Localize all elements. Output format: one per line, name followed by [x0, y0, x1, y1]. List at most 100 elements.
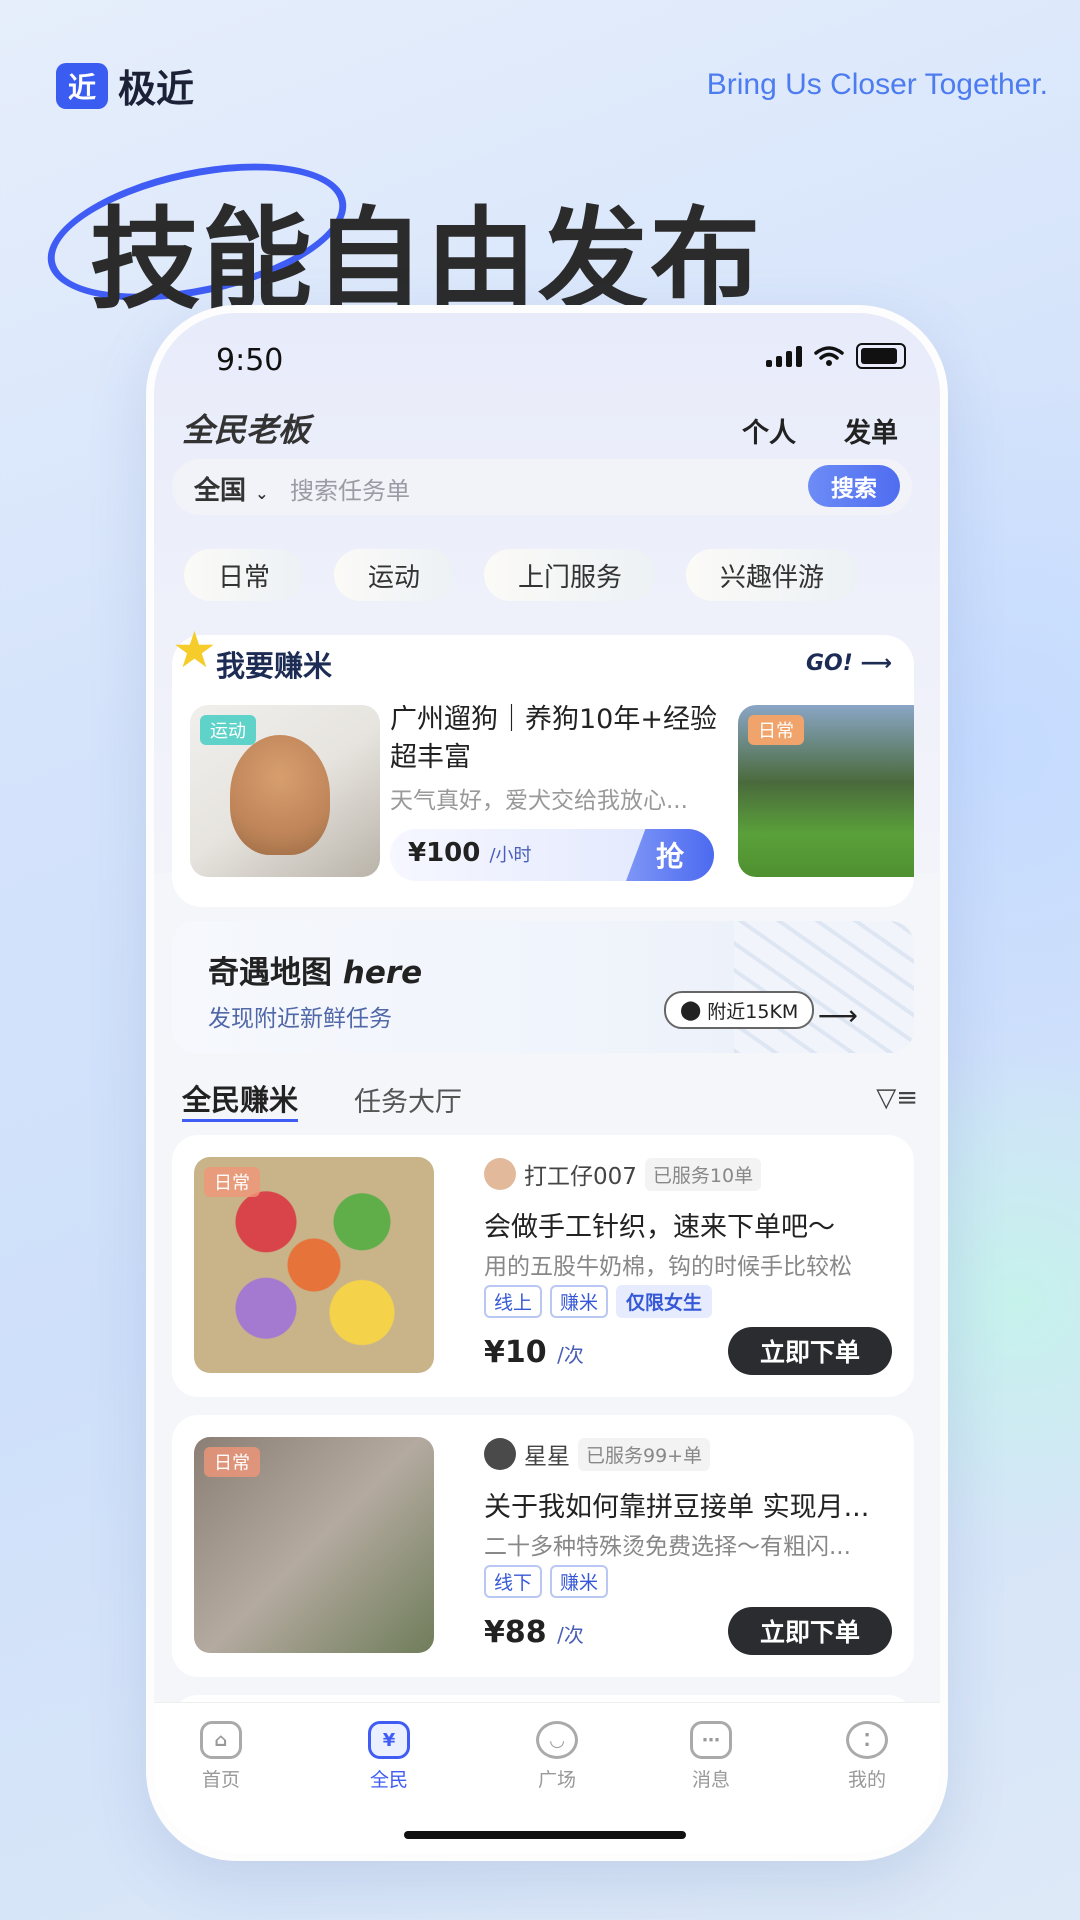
category-daily[interactable]: 日常	[184, 549, 305, 601]
chat-icon: ⋯	[690, 1721, 732, 1759]
wifi-icon	[814, 346, 844, 366]
map-title-en: here	[342, 955, 423, 991]
tab-square[interactable]: ◡ 广场	[502, 1721, 612, 1792]
earn-item-subtitle: 天气真好，爱犬交给我放心...	[390, 788, 688, 814]
listing-title: 会做手工针织，速来下单吧～	[484, 1212, 835, 1243]
battery-icon	[856, 343, 906, 369]
tag-earn: 赚米	[550, 1565, 609, 1598]
brand-badge: 近	[56, 62, 108, 109]
category-pills: 日常 运动 上门服务 兴趣伴游	[184, 549, 859, 601]
seller-info: 星星 已服务99+单	[484, 1437, 711, 1471]
earn-title: 我要赚米	[216, 649, 333, 683]
listing-subtitle: 二十多种特殊烫免费选择～有粗闪...	[484, 1534, 851, 1560]
home-icon: ⌂	[200, 1721, 242, 1759]
location-pin-icon: ⬤	[680, 999, 702, 1021]
list-item[interactable]: 日常 星星 已服务99+单 关于我如何靠拼豆接单 实现月... 二十多种特殊烫免…	[172, 1415, 914, 1677]
listing-subtitle: 用的五股牛奶棉，钩的时候手比较松	[484, 1254, 852, 1280]
seller-info: 打工仔007 已服务10单	[484, 1157, 762, 1191]
category-tag: 运动	[200, 715, 256, 745]
nearby-badge[interactable]: ⬤ 附近15KM	[664, 991, 815, 1029]
search-input[interactable]: 搜索任务单	[290, 471, 410, 506]
tab-all-label: 全民	[369, 1769, 408, 1791]
listing-price-value: ¥88	[484, 1615, 547, 1650]
listing-price: ¥10 /次	[484, 1335, 584, 1370]
grab-button[interactable]: 抢	[626, 829, 714, 881]
tab-task-hall[interactable]: 任务大厅	[354, 1080, 462, 1119]
search-bar: 全国 ⌄ 搜索任务单 搜索	[172, 459, 912, 515]
seller-name: 星星	[524, 1444, 570, 1470]
list-tabs: 全民赚米 任务大厅	[182, 1077, 462, 1122]
tag-online: 线上	[484, 1285, 543, 1318]
tag-female-only: 仅限女生	[616, 1285, 713, 1318]
served-badge: 已服务10单	[644, 1157, 762, 1191]
order-now-button[interactable]: 立即下单	[728, 1607, 892, 1655]
category-sports[interactable]: 运动	[334, 549, 455, 601]
listing-tags: 线上 赚米 仅限女生	[484, 1285, 713, 1318]
map-card[interactable]: 奇遇地图 here 发现附近新鲜任务 ⬤ 附近15KM ⟶	[172, 921, 914, 1053]
star-sunglasses-icon: ★	[172, 621, 217, 679]
app-title: 全民老板	[182, 411, 311, 449]
home-indicator	[404, 1831, 686, 1839]
tab-me-label: 我的	[847, 1769, 886, 1791]
tab-messages-label: 消息	[691, 1769, 730, 1791]
search-button[interactable]: 搜索	[808, 465, 900, 507]
order-now-button[interactable]: 立即下单	[728, 1327, 892, 1375]
post-order-link[interactable]: 发单	[844, 411, 898, 450]
earn-go-label: GO!	[805, 651, 853, 676]
listing-price: ¥88 /次	[484, 1615, 584, 1650]
category-travel[interactable]: 兴趣伴游	[686, 549, 859, 601]
map-subtitle: 发现附近新鲜任务	[208, 1006, 392, 1032]
seller-name: 打工仔007	[524, 1164, 637, 1190]
signal-icon	[766, 345, 802, 367]
tab-square-label: 广场	[537, 1769, 576, 1791]
category-tag: 日常	[204, 1447, 260, 1477]
listing-price-value: ¥10	[484, 1335, 547, 1370]
served-badge: 已服务99+单	[578, 1437, 711, 1471]
tag-offline: 线下	[484, 1565, 543, 1598]
park-photo[interactable]: 日常	[738, 705, 914, 877]
tab-home-label: 首页	[201, 1769, 240, 1791]
region-selector[interactable]: 全国 ⌄	[194, 470, 268, 507]
arrow-right-icon[interactable]: ⟶	[818, 999, 858, 1032]
earn-price-unit: /小时	[489, 845, 532, 866]
chevron-down-icon: ⌄	[255, 484, 269, 503]
knit-photo: 日常	[194, 1157, 434, 1373]
bottom-tab-bar: ⌂ 首页 ¥ 全民 ◡ 广场 ⋯ 消息 ⁚ 我的	[154, 1702, 940, 1853]
status-icons	[766, 343, 906, 369]
map-title-cn: 奇遇地图	[208, 955, 332, 991]
category-home-service[interactable]: 上门服务	[484, 549, 657, 601]
map-thumbnail	[734, 921, 914, 1053]
brand-logo: 近 极近	[56, 58, 194, 113]
arrow-right-icon: ⟶	[860, 651, 892, 676]
dog-photo[interactable]: 运动	[190, 705, 380, 877]
earn-price-bar: ¥100 /小时 抢	[390, 829, 714, 881]
tab-messages[interactable]: ⋯ 消息	[656, 1721, 766, 1792]
listing-tags: 线下 赚米	[484, 1565, 609, 1598]
earn-card: ★ 我要赚米 GO! ⟶ 运动 广州遛狗｜养狗10年+经验超丰富 天气真好，爱犬…	[172, 621, 914, 907]
listing-title: 关于我如何靠拼豆接单 实现月...	[484, 1492, 870, 1523]
earn-item-title[interactable]: 广州遛狗｜养狗10年+经验超丰富	[390, 701, 720, 777]
personal-link[interactable]: 个人	[742, 411, 796, 450]
face-icon: ⁚	[846, 1721, 888, 1759]
filter-icon[interactable]: ▽≡	[876, 1083, 918, 1113]
tab-home[interactable]: ⌂ 首页	[166, 1721, 276, 1792]
planet-icon: ◡	[536, 1721, 578, 1759]
phone-frame: 9:50 全民老板 个人 发单 全国 ⌄ 搜索任务单 搜索 日常 运动 上门服务…	[146, 305, 948, 1861]
listing-price-unit: /次	[557, 1623, 584, 1647]
list-item[interactable]: 日常 打工仔007 已服务10单 会做手工针织，速来下单吧～ 用的五股牛奶棉，钩…	[172, 1135, 914, 1397]
beads-photo: 日常	[194, 1437, 434, 1653]
brand-name: 极近	[118, 67, 195, 111]
category-tag: 日常	[204, 1167, 260, 1197]
listing-price-unit: /次	[557, 1343, 584, 1367]
tab-all[interactable]: ¥ 全民	[334, 1721, 444, 1792]
earn-price: ¥100 /小时	[408, 838, 532, 868]
tab-me[interactable]: ⁚ 我的	[812, 1721, 922, 1792]
tab-earn[interactable]: 全民赚米	[182, 1077, 299, 1122]
nearby-label: 附近15KM	[707, 1000, 799, 1023]
earn-price-value: ¥100	[408, 838, 481, 868]
brand-slogan: Bring Us Closer Together.	[706, 68, 1048, 101]
tag-earn: 赚米	[550, 1285, 609, 1318]
avatar	[484, 1158, 516, 1190]
earn-go-link[interactable]: GO! ⟶	[806, 651, 892, 676]
map-title: 奇遇地图 here	[208, 947, 422, 992]
